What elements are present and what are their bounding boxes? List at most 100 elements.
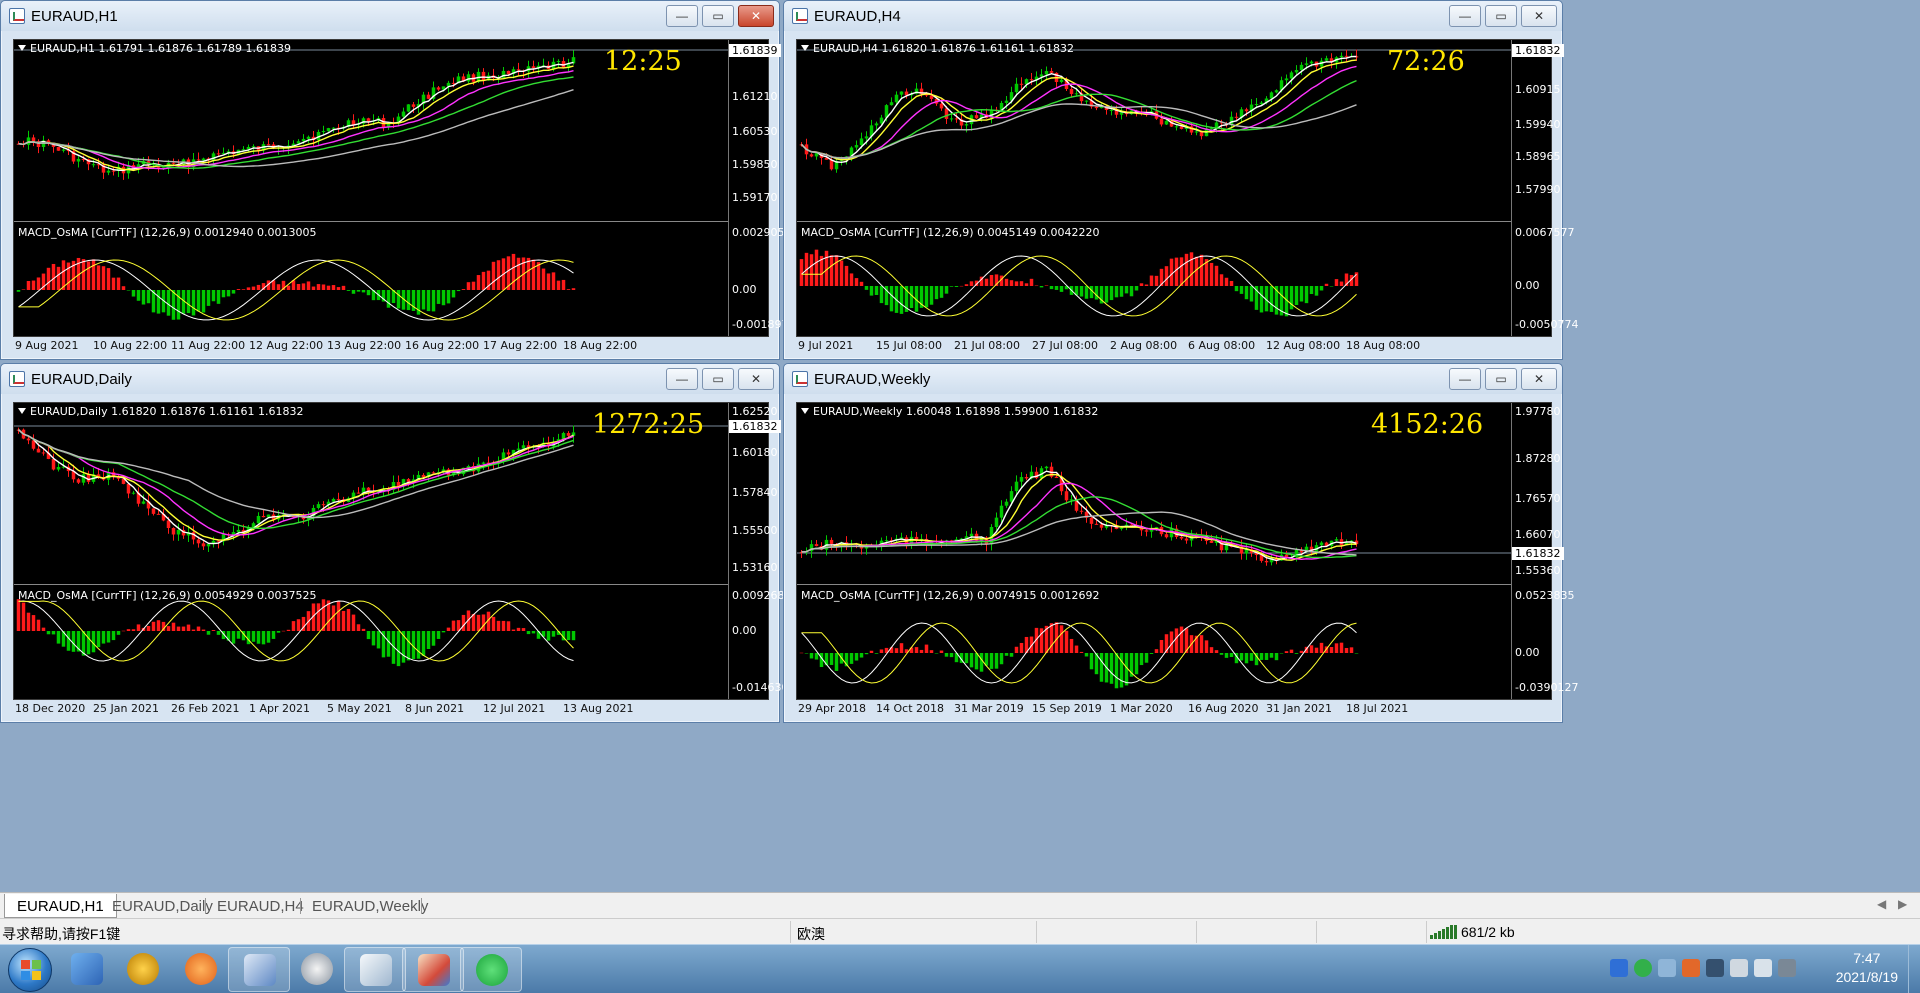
tray-wechat-icon[interactable]	[1634, 959, 1652, 977]
osma-histogram-bar	[1004, 653, 1009, 656]
close-button[interactable]: ✕	[1521, 5, 1557, 27]
tray-shield-icon[interactable]	[1610, 959, 1628, 977]
osma-histogram-bar	[211, 290, 216, 302]
dropdown-triangle-icon[interactable]	[18, 45, 26, 51]
osma-histogram-bar	[809, 653, 814, 659]
price-pane[interactable]: EURAUD,Daily 1.61820 1.61876 1.61161 1.6…	[14, 403, 728, 585]
bull-candle	[331, 127, 336, 129]
osma-histogram-bar	[451, 290, 456, 298]
tab-scroll-left-icon[interactable]: ◀	[1877, 897, 1886, 911]
tab-scroll-right-icon[interactable]: ▶	[1898, 897, 1907, 911]
maximize-button[interactable]: ▭	[702, 368, 734, 390]
tray-display-icon[interactable]	[1706, 959, 1724, 977]
tray-signal-icon[interactable]	[1778, 959, 1796, 977]
macd-osma-pane[interactable]: MACD_OsMA [CurrTF] (12,26,9) 0.0045149 0…	[797, 224, 1511, 336]
taskbar-app-paint-icon[interactable]	[402, 947, 464, 992]
maximize-button[interactable]: ▭	[1485, 5, 1517, 27]
chart-area[interactable]: EURAUD,H1 1.61791 1.61876 1.61789 1.6183…	[13, 39, 795, 337]
dropdown-triangle-icon[interactable]	[801, 45, 809, 51]
show-desktop-button[interactable]	[1908, 945, 1920, 993]
osma-histogram-bar	[106, 268, 111, 290]
tab-euraud-weekly[interactable]: EURAUD,Weekly	[300, 894, 440, 918]
price-axis[interactable]: 1.61210 1.60530 1.59850 1.59170 1.61839 0.002…	[728, 40, 795, 336]
tray-volume-icon[interactable]	[1754, 959, 1772, 977]
dropdown-triangle-icon[interactable]	[18, 408, 26, 414]
chart-window[interactable]: EURAUD,H4 — ▭ ✕ EURAUD,H4 1.61820 1.61876 1.…	[783, 0, 1578, 360]
osma-histogram-bar	[386, 631, 391, 657]
taskbar-clock[interactable]: 7:47 2021/8/19	[1836, 949, 1898, 987]
chart-area[interactable]: EURAUD,Weekly 1.60048 1.61898 1.59900 1.…	[796, 402, 1578, 700]
osma-histogram-bar	[934, 653, 939, 654]
osma-histogram-bar	[481, 614, 486, 631]
window-titlebar[interactable]: EURAUD,Weekly — ▭ ✕	[784, 364, 1562, 394]
bull-candle	[1044, 71, 1049, 75]
bull-candle	[1299, 64, 1304, 71]
time-axis: 9 Aug 2021 10 Aug 22:00 11 Aug 22:00 12 Aug…	[13, 337, 727, 355]
tray-network-icon[interactable]	[1730, 959, 1748, 977]
chart-window[interactable]: EURAUD,Weekly — ▭ ✕ EURAUD,Weekly 1.60048 1.…	[783, 363, 1578, 723]
tray-app-icon[interactable]	[1682, 959, 1700, 977]
price-tick-label: 1.55360	[1515, 564, 1561, 578]
macd-osma-pane[interactable]: MACD_OsMA [CurrTF] (12,26,9) 0.0054929 0…	[14, 587, 728, 699]
price-pane[interactable]: EURAUD,Weekly 1.60048 1.61898 1.59900 1.…	[797, 403, 1511, 585]
taskbar-app-network-icon[interactable]	[56, 947, 118, 992]
minimize-button[interactable]: —	[666, 5, 698, 27]
osma-histogram-bar	[286, 285, 291, 290]
bear-candle	[216, 153, 221, 155]
osma-histogram-bar	[1134, 286, 1139, 291]
price-pane[interactable]: EURAUD,H4 1.61820 1.61876 1.61161 1.6183…	[797, 40, 1511, 222]
osma-histogram-bar	[556, 280, 561, 290]
osma-histogram-bar	[171, 290, 176, 320]
osma-histogram-bar	[1184, 253, 1189, 286]
minimize-button[interactable]: —	[666, 368, 698, 390]
taskbar-app-disk-icon[interactable]	[286, 947, 348, 992]
tray-usb-icon[interactable]	[1658, 959, 1676, 977]
osma-histogram-bar	[136, 290, 141, 301]
chart-area[interactable]: EURAUD,Daily 1.61820 1.61876 1.61161 1.6…	[13, 402, 795, 700]
macd-osma-pane[interactable]: MACD_OsMA [CurrTF] (12,26,9) 0.0012940 0…	[14, 224, 728, 336]
osma-histogram-bar	[1239, 653, 1244, 661]
minimize-button[interactable]: —	[1449, 368, 1481, 390]
osma-histogram-bar	[1339, 281, 1344, 286]
osma-histogram-bar	[1214, 265, 1219, 286]
osma-histogram-bar	[829, 255, 834, 286]
chart-window[interactable]: EURAUD,H1 — ▭ ✕ EURAUD,H1 1.61791 1.61876 1.…	[0, 0, 795, 360]
minimize-button[interactable]: —	[1449, 5, 1481, 27]
price-pane[interactable]: EURAUD,H1 1.61791 1.61876 1.61789 1.6183…	[14, 40, 728, 222]
close-button[interactable]: ✕	[1521, 368, 1557, 390]
maximize-button[interactable]: ▭	[1485, 368, 1517, 390]
window-titlebar[interactable]: EURAUD,H4 — ▭ ✕	[784, 1, 1562, 31]
osma-histogram-bar	[874, 653, 879, 654]
dropdown-triangle-icon[interactable]	[801, 408, 809, 414]
chart-area[interactable]: EURAUD,H4 1.61820 1.61876 1.61161 1.6183…	[796, 39, 1578, 337]
taskbar-app-notepad-icon[interactable]	[344, 947, 406, 992]
window-titlebar[interactable]: EURAUD,Daily — ▭ ✕	[1, 364, 779, 394]
price-axis[interactable]: 1.62520 1.60180 1.57840 1.55500 1.53160 1.618…	[728, 403, 795, 699]
price-axis[interactable]: 1.97780 1.87280 1.76570 1.66070 1.55360 1.618…	[1511, 403, 1578, 699]
osma-histogram-bar	[176, 290, 181, 320]
chart-window[interactable]: EURAUD,Daily — ▭ ✕ EURAUD,Daily 1.61820 1.61…	[0, 363, 795, 723]
bear-candle	[1079, 510, 1084, 512]
osma-histogram-bar	[879, 649, 884, 653]
start-button[interactable]	[8, 948, 52, 992]
taskbar-app-metatrader-icon[interactable]	[228, 947, 290, 992]
maximize-button[interactable]: ▭	[702, 5, 734, 27]
osma-histogram-bar	[1004, 278, 1009, 286]
taskbar-app-dollar-icon[interactable]	[112, 947, 174, 992]
osma-histogram-bar	[1324, 283, 1329, 286]
bull-candle	[1009, 491, 1014, 502]
bear-candle	[321, 504, 326, 506]
window-titlebar[interactable]: EURAUD,H1 — ▭ ✕	[1, 1, 779, 31]
osma-histogram-bar	[1124, 286, 1129, 294]
osma-histogram-bar	[516, 257, 521, 290]
osma-histogram-bar	[864, 653, 869, 655]
close-button[interactable]: ✕	[738, 5, 774, 27]
taskbar-app-wechat-icon[interactable]	[460, 947, 522, 992]
macd-osma-pane[interactable]: MACD_OsMA [CurrTF] (12,26,9) 0.0074915 0…	[797, 587, 1511, 699]
price-axis[interactable]: 1.60915 1.59940 1.58965 1.57990 1.61832 0.006…	[1511, 40, 1578, 336]
osma-histogram-bar	[914, 647, 919, 653]
taskbar-app-refresh-icon[interactable]	[170, 947, 232, 992]
osma-histogram-bar	[889, 286, 894, 312]
close-button[interactable]: ✕	[738, 368, 774, 390]
osma-histogram-bar	[1079, 651, 1084, 653]
